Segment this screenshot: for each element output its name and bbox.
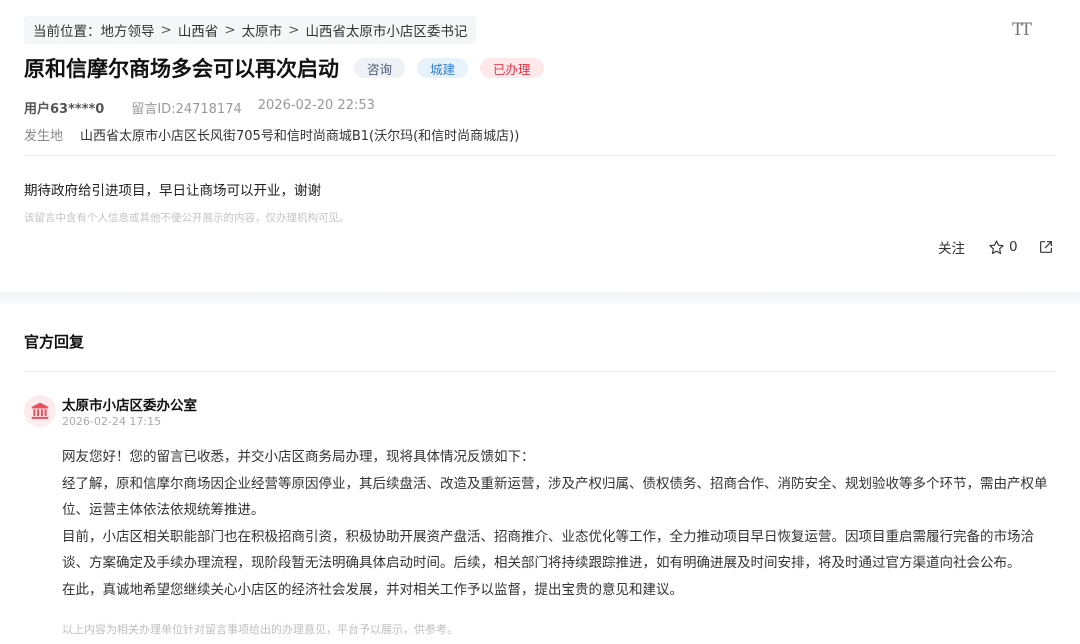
location-row: 发生地 山西省太原市小店区长风街705号和信时尚商城B1(沃尔玛(和信时尚商城店… xyxy=(24,125,519,144)
post-user: 用户63****0 xyxy=(24,102,105,117)
breadcrumb-separator: > xyxy=(288,22,300,38)
status-badge: 已办理 xyxy=(480,58,544,78)
reply-paragraph: 目前，小店区相关职能部门也在积极招商引资，积极协助开展资产盘活、招商推介、业态优… xyxy=(62,528,1034,572)
page-title: 原和信摩尔商场多会可以再次启动 xyxy=(24,57,339,81)
breadcrumb-separator: > xyxy=(224,22,236,38)
divider xyxy=(24,155,1056,156)
reply-time: 2026-02-24 17:15 xyxy=(62,415,162,428)
star-count: 0 xyxy=(1009,239,1018,255)
breadcrumb-separator: > xyxy=(160,22,172,38)
message-id: 留言ID:24718174 xyxy=(131,102,242,117)
location-value: 山西省太原市小店区长风街705号和信时尚商城B1(沃尔玛(和信时尚商城店)) xyxy=(80,129,520,144)
section-separator-band xyxy=(0,292,1080,304)
tag-city-construction: 城建 xyxy=(417,58,469,78)
breadcrumb-item-local-leaders[interactable]: 地方领导 xyxy=(101,20,155,40)
privacy-note: 该留言中含有个人信息或其他不便公开展示的内容，仅办理机构可见。 xyxy=(24,212,350,224)
star-button[interactable]: 0 xyxy=(988,239,1018,256)
breadcrumb-prefix: 当前位置： xyxy=(33,24,101,40)
font-size-icon[interactable]: TT xyxy=(1012,20,1034,42)
star-icon xyxy=(989,239,1004,254)
location-label: 发生地 xyxy=(24,129,64,144)
title-row: 原和信摩尔商场多会可以再次启动 咨询 城建 已办理 xyxy=(24,53,544,83)
breadcrumb-item-province[interactable]: 山西省 xyxy=(178,20,219,40)
breadcrumb-item-city[interactable]: 太原市 xyxy=(242,20,283,40)
reply-paragraph: 网友您好！您的留言已收悉，并交小店区商务局办理，现将具体情况反馈如下： xyxy=(62,449,535,465)
reply-section-title: 官方回复 xyxy=(24,333,85,351)
reply-org-name: 太原市小店区委办公室 xyxy=(62,398,197,414)
reply-body: 网友您好！您的留言已收悉，并交小店区商务局办理，现将具体情况反馈如下： 经了解，… xyxy=(62,444,1058,603)
post-actions: 关注 0 xyxy=(938,237,1054,257)
reply-paragraph: 经了解，原和信摩尔商场因企业经营等原因停业，其后续盘活、改造及重新运营，涉及产权… xyxy=(62,475,1048,519)
post-meta: 用户63****0 留言ID:24718174 2026-02-20 22:53 xyxy=(24,98,375,117)
breadcrumb-item-current[interactable]: 山西省太原市小店区委书记 xyxy=(305,20,467,40)
reply-footer-note: 以上内容为相关办理单位针对留言事项给出的办理意见，平台予以展示，供参考。 xyxy=(62,623,458,636)
divider xyxy=(24,371,1056,372)
share-icon[interactable] xyxy=(1038,239,1054,255)
breadcrumb: 当前位置： 地方领导 > 山西省 > 太原市 > 山西省太原市小店区委书记 xyxy=(24,16,477,44)
avatar xyxy=(24,395,56,427)
reply-paragraph: 在此，真诚地希望您继续关心小店区的经济社会发展，并对相关工作予以监督，提出宝贵的… xyxy=(62,581,683,598)
follow-button[interactable]: 关注 xyxy=(938,237,965,257)
post-content: 期待政府给引进项目，早日让商场可以开业，谢谢 xyxy=(24,183,321,199)
government-building-icon xyxy=(31,402,49,419)
tag-consult: 咨询 xyxy=(354,58,406,78)
post-datetime: 2026-02-20 22:53 xyxy=(257,98,375,113)
